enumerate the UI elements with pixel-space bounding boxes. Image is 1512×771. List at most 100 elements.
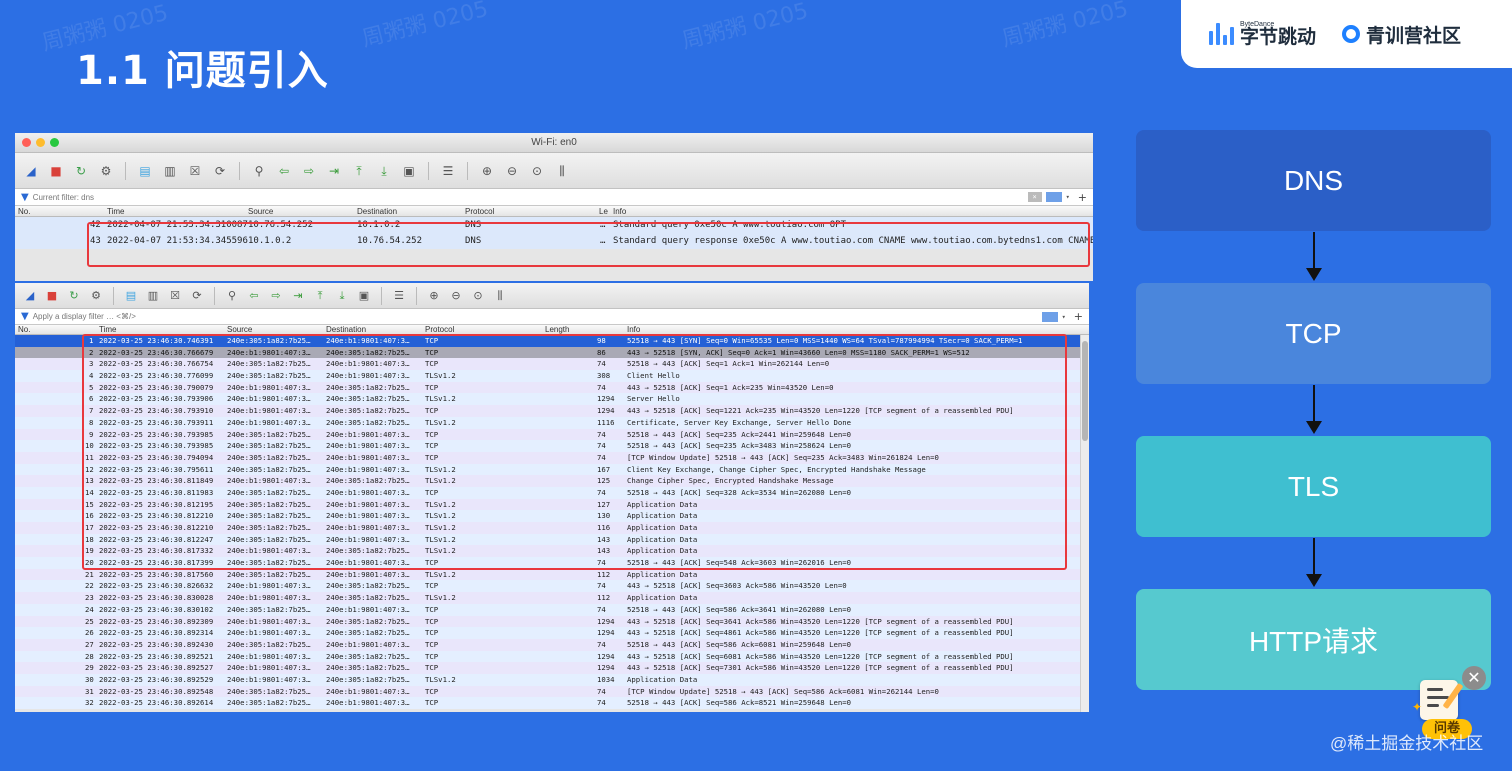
go-forward-icon[interactable]: ⇨ — [269, 289, 283, 303]
table-row[interactable]: 23 2022-03-25 23:46:30.830028 240e:b1:9801… — [15, 592, 1089, 604]
col-protocol[interactable]: Protocol — [425, 325, 454, 335]
col-destination[interactable]: Destination — [357, 206, 397, 217]
table-row[interactable]: 1 2022-03-25 23:46:30.746391 240e:305:1a82… — [15, 335, 1089, 347]
table-row[interactable]: 20 2022-03-25 23:46:30.817399 240e:305:1a8… — [15, 557, 1089, 569]
table-row[interactable]: 31 2022-03-25 23:46:30.892548 240e:305:1a8… — [15, 685, 1089, 698]
table-row[interactable]: 28 2022-03-25 23:46:30.892521 240e:b1:9801… — [15, 650, 1089, 663]
normal-size-icon[interactable]: ⊙ — [529, 163, 545, 179]
go-forward-icon[interactable]: ⇨ — [301, 163, 317, 179]
resize-columns-icon[interactable]: ⫼ — [493, 289, 507, 303]
last-packet-icon[interactable]: ⤓ — [335, 289, 349, 303]
table-row[interactable]: 8 2022-03-25 23:46:30.793911 240e:b1:9801:… — [15, 416, 1089, 429]
auto-scroll-icon[interactable]: ▣ — [357, 289, 371, 303]
table-row[interactable]: 42 2022-04-07 21:53:34.310087 10.76.54.2… — [15, 217, 1093, 233]
add-filter-button-icon[interactable]: + — [1074, 310, 1083, 323]
apply-filter-icon[interactable] — [1045, 192, 1062, 202]
stop-capture-icon[interactable]: ■ — [45, 289, 59, 303]
first-packet-icon[interactable]: ⤒ — [351, 163, 367, 179]
last-packet-icon[interactable]: ⤓ — [376, 163, 392, 179]
clear-filter-icon[interactable]: × — [1027, 192, 1042, 202]
col-protocol[interactable]: Protocol — [465, 206, 494, 217]
shark-fin-start-icon[interactable]: ◢ — [23, 163, 39, 179]
table-row[interactable]: 25 2022-03-25 23:46:30.892309 240e:b1:9801… — [15, 615, 1089, 628]
colorize-icon[interactable]: ☰ — [440, 163, 456, 179]
col-info[interactable]: Info — [613, 206, 626, 217]
go-back-icon[interactable]: ⇦ — [247, 289, 261, 303]
table-row[interactable]: 26 2022-03-25 23:46:30.892314 240e:b1:9801… — [15, 627, 1089, 639]
filter-history-icon[interactable]: ▾ — [1066, 193, 1070, 201]
table-row[interactable]: 43 2022-04-07 21:53:34.345596 10.1.0.2 1… — [15, 233, 1093, 249]
zoom-in-icon[interactable]: ⊕ — [427, 289, 441, 303]
capture-options-icon[interactable]: ⚙ — [98, 163, 114, 179]
colorize-icon[interactable]: ☰ — [392, 289, 406, 303]
reload-file-icon[interactable]: ⟳ — [212, 163, 228, 179]
close-window-icon[interactable] — [22, 138, 31, 147]
stop-capture-icon[interactable]: ■ — [48, 163, 64, 179]
table-row[interactable]: 18 2022-03-25 23:46:30.812247 240e:305:1a8… — [15, 533, 1089, 546]
col-length[interactable]: Length — [545, 325, 569, 335]
table-row[interactable]: 6 2022-03-25 23:46:30.793906 240e:b1:9801:… — [15, 393, 1089, 406]
shark-fin-start-icon[interactable]: ◢ — [23, 289, 37, 303]
table-row[interactable]: 5 2022-03-25 23:46:30.790079 240e:b1:9801:… — [15, 381, 1089, 394]
table-row[interactable]: 19 2022-03-25 23:46:30.817332 240e:b1:9801… — [15, 545, 1089, 558]
table-row[interactable]: 17 2022-03-25 23:46:30.812210 240e:305:1a8… — [15, 522, 1089, 534]
scrollbar-thumb[interactable] — [1082, 341, 1088, 441]
col-destination[interactable]: Destination — [326, 325, 366, 335]
table-row[interactable]: 2 2022-03-25 23:46:30.766679 240e:b1:9801:… — [15, 346, 1089, 359]
close-file-icon[interactable]: ☒ — [168, 289, 182, 303]
apply-filter-icon[interactable] — [1041, 311, 1058, 322]
normal-size-icon[interactable]: ⊙ — [471, 289, 485, 303]
table-row[interactable]: 9 2022-03-25 23:46:30.793985 240e:305:1a82… — [15, 428, 1089, 441]
save-file-icon[interactable]: ▥ — [146, 289, 160, 303]
auto-scroll-icon[interactable]: ▣ — [401, 163, 417, 179]
col-no[interactable]: No. — [18, 206, 30, 217]
open-file-icon[interactable]: ▤ — [124, 289, 138, 303]
filter-bookmark-icon[interactable]: ▼ — [21, 311, 29, 322]
table-row[interactable]: 16 2022-03-25 23:46:30.812210 240e:305:1a8… — [15, 510, 1089, 522]
filter-bookmark-icon[interactable]: ▼ — [21, 192, 29, 203]
table-row[interactable]: 22 2022-03-25 23:46:30.826632 240e:b1:9801… — [15, 580, 1089, 593]
close-survey-icon[interactable]: ✕ — [1462, 666, 1486, 690]
display-filter-input[interactable]: Apply a display filter … <⌘/> — [33, 312, 1038, 321]
restart-capture-icon[interactable]: ↻ — [67, 289, 81, 303]
capture-options-icon[interactable]: ⚙ — [89, 289, 103, 303]
col-source[interactable]: Source — [227, 325, 252, 335]
col-time[interactable]: Time — [99, 325, 116, 335]
table-row[interactable]: 7 2022-03-25 23:46:30.793910 240e:b1:9801:… — [15, 405, 1089, 417]
find-packet-icon[interactable]: ⚲ — [251, 163, 267, 179]
go-to-packet-icon[interactable]: ⇥ — [291, 289, 305, 303]
table-row[interactable]: 29 2022-03-25 23:46:30.892527 240e:b1:9801… — [15, 662, 1089, 674]
col-time[interactable]: Time — [107, 206, 124, 217]
zoom-in-icon[interactable]: ⊕ — [479, 163, 495, 179]
save-file-icon[interactable]: ▥ — [162, 163, 178, 179]
table-row[interactable]: 13 2022-03-25 23:46:30.811849 240e:b1:9801… — [15, 475, 1089, 487]
open-file-icon[interactable]: ▤ — [137, 163, 153, 179]
zoom-out-icon[interactable]: ⊖ — [504, 163, 520, 179]
col-no[interactable]: No. — [18, 325, 30, 335]
table-row[interactable]: 30 2022-03-25 23:46:30.892529 240e:b1:9801… — [15, 673, 1089, 686]
close-file-icon[interactable]: ☒ — [187, 163, 203, 179]
packet-list-scrollbar[interactable] — [1080, 335, 1089, 712]
table-row[interactable]: 32 2022-03-25 23:46:30.892614 240e:305:1a8… — [15, 697, 1089, 709]
table-row[interactable]: 4 2022-03-25 23:46:30.776099 240e:305:1a82… — [15, 370, 1089, 382]
table-row[interactable]: 3 2022-03-25 23:46:30.766754 240e:305:1a82… — [15, 358, 1089, 371]
table-row[interactable]: 24 2022-03-25 23:46:30.830102 240e:305:1a8… — [15, 603, 1089, 616]
go-back-icon[interactable]: ⇦ — [276, 163, 292, 179]
first-packet-icon[interactable]: ⤒ — [313, 289, 327, 303]
resize-columns-icon[interactable]: ⫼ — [554, 163, 570, 179]
col-source[interactable]: Source — [248, 206, 273, 217]
go-to-packet-icon[interactable]: ⇥ — [326, 163, 342, 179]
minimize-window-icon[interactable] — [36, 138, 45, 147]
table-row[interactable]: 11 2022-03-25 23:46:30.794094 240e:305:1a8… — [15, 451, 1089, 464]
table-row[interactable]: 15 2022-03-25 23:46:30.812195 240e:305:1a8… — [15, 498, 1089, 511]
table-row[interactable]: 27 2022-03-25 23:46:30.892430 240e:305:1a8… — [15, 638, 1089, 651]
add-filter-button-icon[interactable]: + — [1078, 191, 1087, 204]
col-info[interactable]: Info — [627, 325, 640, 335]
zoom-window-icon[interactable] — [50, 138, 59, 147]
find-packet-icon[interactable]: ⚲ — [225, 289, 239, 303]
table-row[interactable]: 12 2022-03-25 23:46:30.795611 240e:305:1a8… — [15, 463, 1089, 476]
reload-file-icon[interactable]: ⟳ — [190, 289, 204, 303]
table-row[interactable]: 21 2022-03-25 23:46:30.817560 240e:305:1a8… — [15, 568, 1089, 581]
filter-history-icon[interactable]: ▾ — [1062, 313, 1066, 321]
table-row[interactable]: 10 2022-03-25 23:46:30.793985 240e:305:1a8… — [15, 440, 1089, 452]
